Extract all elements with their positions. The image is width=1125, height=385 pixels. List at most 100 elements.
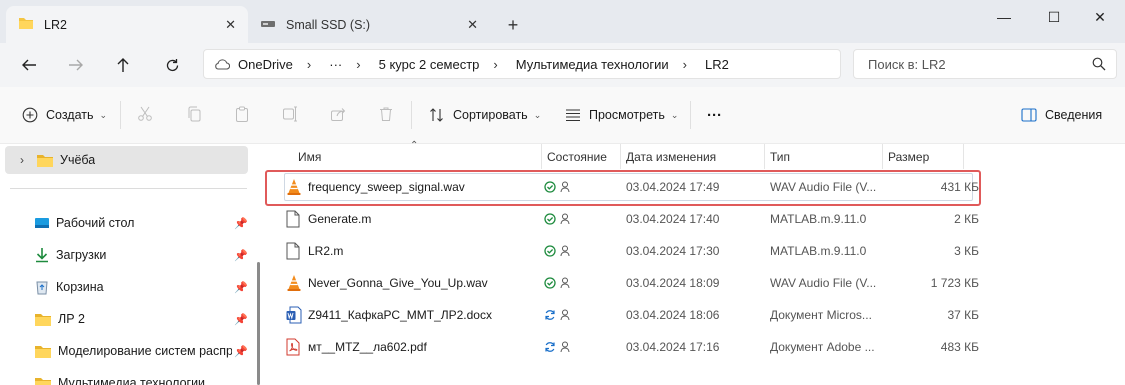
share-button[interactable] <box>330 104 346 126</box>
maximize-button[interactable]: ☐ <box>1034 6 1074 28</box>
close-window-button[interactable]: ✕ <box>1080 6 1120 28</box>
view-button[interactable]: Просмотреть ⌄ <box>565 104 678 126</box>
search-placeholder: Поиск в: LR2 <box>868 56 946 72</box>
sidebar-item-lr2[interactable]: ЛР 2 📌 <box>0 305 254 333</box>
chevron-right-icon[interactable]: › <box>307 57 311 72</box>
file-row-never-gonna[interactable]: Never_Gonna_Give_You_Up.wav 03.04.2024 1… <box>286 267 986 299</box>
file-name: мт__MTZ__ла602.pdf <box>308 340 427 354</box>
pdf-icon <box>286 338 302 356</box>
refresh-button[interactable] <box>157 51 187 79</box>
share-icon <box>330 106 346 125</box>
pin-icon[interactable]: 📌 <box>234 345 248 358</box>
address-bar[interactable]: OneDrive › ··· › 5 курс 2 семестр › Муль… <box>203 49 841 79</box>
delete-button[interactable] <box>378 104 394 126</box>
details-button[interactable]: Сведения <box>1021 104 1102 126</box>
search-input[interactable]: Поиск в: LR2 <box>853 49 1117 79</box>
sort-button-label: Сортировать <box>453 108 528 122</box>
desktop-icon <box>34 216 50 230</box>
sidebar-item-label: Мультимедиа технологии <box>58 376 206 385</box>
pin-icon[interactable]: 📌 <box>234 217 248 230</box>
file-name: LR2.m <box>308 244 344 258</box>
sidebar-item-multimedia[interactable]: Мультимедиа технологии <box>0 369 254 385</box>
breadcrumb-ellipsis[interactable]: ··· <box>329 57 342 72</box>
cut-button[interactable] <box>137 104 153 126</box>
sidebar-scrollbar[interactable] <box>257 262 260 385</box>
forward-button[interactable] <box>61 51 91 79</box>
file-name: Z9411_КафкаРС_ММТ_ЛР2.docx <box>308 308 492 322</box>
column-header-size[interactable]: Размер <box>883 144 964 169</box>
breadcrumb-lr2[interactable]: LR2 <box>705 57 729 72</box>
back-button[interactable] <box>14 51 44 79</box>
forward-arrow-icon <box>69 59 83 71</box>
close-tab-icon[interactable]: ✕ <box>225 17 236 33</box>
chevron-right-icon[interactable]: › <box>356 57 360 72</box>
rename-button[interactable] <box>282 104 298 126</box>
person-icon <box>560 341 570 353</box>
file-date: 03.04.2024 17:30 <box>626 244 720 258</box>
scissors-icon <box>137 106 153 125</box>
sync-status <box>544 267 624 299</box>
folder-icon <box>36 153 54 168</box>
file-row-lr2[interactable]: LR2.m 03.04.2024 17:30 MATLAB.m.9.11.0 3… <box>286 235 986 267</box>
word-icon <box>286 306 302 324</box>
sidebar-item-downloads[interactable]: Загрузки 📌 <box>0 241 254 269</box>
sidebar-item-label: Моделирование систем распре <box>58 344 232 358</box>
navigation-bar: OneDrive › ··· › 5 курс 2 семестр › Муль… <box>0 43 1125 87</box>
synced-check-icon <box>544 245 556 257</box>
paste-button[interactable] <box>234 104 250 126</box>
column-header-type[interactable]: Тип <box>765 144 883 169</box>
copy-button[interactable] <box>186 104 202 126</box>
breadcrumb-multimedia[interactable]: Мультимедиа технологии <box>516 57 669 72</box>
column-header-date[interactable]: Дата изменения <box>621 144 765 169</box>
sort-button[interactable]: Сортировать ⌄ <box>429 104 541 126</box>
sidebar-item-label: Учёба <box>60 153 96 167</box>
plus-circle-icon <box>22 107 38 123</box>
sync-status <box>544 203 624 235</box>
pin-icon[interactable]: 📌 <box>234 249 248 262</box>
column-header-name[interactable]: Имя <box>293 144 542 169</box>
more-options-button[interactable]: ··· <box>707 104 722 126</box>
file-date: 03.04.2024 17:16 <box>626 340 720 354</box>
drive-icon <box>260 18 276 32</box>
new-tab-button[interactable]: + <box>500 12 526 38</box>
pin-icon[interactable]: 📌 <box>234 313 248 326</box>
sidebar-item-ucheba[interactable]: › Учёба <box>5 146 248 174</box>
file-row-generate[interactable]: Generate.m 03.04.2024 17:40 MATLAB.m.9.1… <box>286 203 986 235</box>
navigation-pane: › Учёба Рабочий стол 📌 Загрузки 📌 Корзин… <box>0 144 258 385</box>
chevron-right-icon[interactable]: › <box>20 153 24 167</box>
sidebar-divider <box>10 188 247 189</box>
command-bar: Создать ⌄ Сортировать ⌄ Просмотреть ⌄ ··… <box>0 87 1125 144</box>
file-type: Документ Adobe ... <box>770 340 875 354</box>
view-list-icon <box>565 108 581 122</box>
breadcrumb-onedrive[interactable]: OneDrive <box>238 57 293 72</box>
folder-icon <box>34 344 52 359</box>
file-row-docx[interactable]: Z9411_КафкаРС_ММТ_ЛР2.docx 03.04.2024 18… <box>286 299 986 331</box>
breadcrumb-semester[interactable]: 5 курс 2 семестр <box>379 57 480 72</box>
file-size: 2 КБ <box>954 212 979 226</box>
file-type: MATLAB.m.9.11.0 <box>770 212 867 226</box>
file-type: MATLAB.m.9.11.0 <box>770 244 867 258</box>
vlc-icon <box>286 274 302 292</box>
tab-small-ssd[interactable]: Small SSD (S:) ✕ <box>248 6 490 43</box>
file-icon <box>286 242 302 260</box>
new-button[interactable]: Создать ⌄ <box>22 104 107 126</box>
pin-icon[interactable]: 📌 <box>234 281 248 294</box>
column-header-status[interactable]: Состояние <box>542 144 621 169</box>
sidebar-item-desktop[interactable]: Рабочий стол 📌 <box>0 209 254 237</box>
sidebar-item-label: ЛР 2 <box>58 312 85 326</box>
sidebar-item-modelirovanie[interactable]: Моделирование систем распре 📌 <box>0 337 254 365</box>
new-button-label: Создать <box>46 108 94 122</box>
close-tab-icon[interactable]: ✕ <box>467 17 478 33</box>
recycle-bin-icon <box>34 279 50 295</box>
file-size: 483 КБ <box>940 340 979 354</box>
chevron-right-icon[interactable]: › <box>493 57 497 72</box>
sidebar-item-recycle-bin[interactable]: Корзина 📌 <box>0 273 254 301</box>
minimize-button[interactable]: — <box>984 6 1024 28</box>
up-button[interactable] <box>108 51 138 79</box>
tab-lr2[interactable]: LR2 ✕ <box>6 6 248 43</box>
chevron-down-icon: ⌄ <box>670 109 679 120</box>
file-row-pdf[interactable]: мт__MTZ__ла602.pdf 03.04.2024 17:16 Доку… <box>286 331 986 363</box>
sidebar-item-label: Загрузки <box>56 248 107 262</box>
chevron-right-icon[interactable]: › <box>683 57 687 72</box>
person-icon <box>560 309 570 321</box>
